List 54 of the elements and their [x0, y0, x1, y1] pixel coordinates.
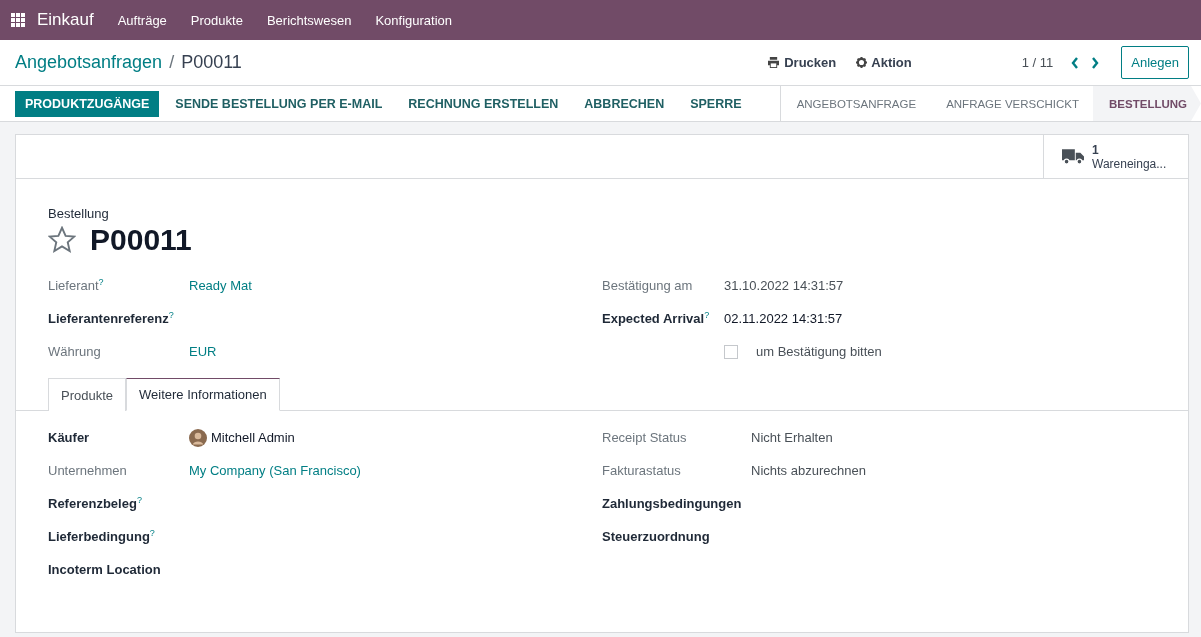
field-label: Unternehmen: [48, 463, 128, 478]
header-button[interactable]: RECHNUNG ERSTELLEN: [398, 90, 569, 117]
avatar-icon: [189, 428, 207, 447]
app-name[interactable]: Einkauf: [37, 10, 94, 30]
field-link[interactable]: Ready Mat: [189, 278, 602, 293]
previous-icon[interactable]: [1071, 56, 1080, 69]
apps-grid-icon[interactable]: [11, 13, 25, 27]
pager-value: 1 / 11: [1021, 55, 1054, 70]
header-button[interactable]: PRODUKTZUGÄNGE: [15, 90, 160, 117]
field-value: 31.10.2022 14:31:57: [724, 278, 845, 293]
truck-icon: [1062, 148, 1084, 165]
status-stage[interactable]: BESTELLUNG: [1093, 86, 1201, 121]
gear-icon: [856, 57, 868, 68]
field-label: Referenzbeleg$^{?}$: [48, 495, 143, 512]
header-button[interactable]: SENDE BESTELLUNG PER E-MAIL: [165, 90, 393, 117]
next-icon[interactable]: [1091, 56, 1100, 69]
record-name: P00011: [90, 223, 192, 257]
notebook-tab[interactable]: Weitere Informationen: [126, 378, 280, 411]
breadcrumb-current: P00011: [181, 52, 242, 73]
field-value: Nichts abzurechnen: [751, 463, 867, 478]
field-label: Receipt Status: [602, 430, 688, 445]
header-button[interactable]: ABBRECHEN: [574, 90, 675, 117]
field-label: Bestätigung am: [602, 278, 694, 293]
field-value: 02.11.2022 14:31:57: [724, 311, 844, 326]
field-label: Lieferbedingung$^{?}$: [48, 528, 156, 545]
checkbox-label: um Bestätigung bitten: [756, 344, 882, 359]
field-label: Käufer: [48, 430, 91, 445]
field-label: Lieferant$^{?}$: [48, 277, 105, 294]
field-label: Incoterm Location: [48, 562, 162, 577]
menu-item[interactable]: Aufträge: [117, 12, 167, 28]
user-name[interactable]: Mitchell Admin: [211, 430, 295, 445]
field-value: Nicht Erhalten: [751, 430, 834, 445]
breadcrumb-link[interactable]: Angebotsanfragen: [15, 52, 163, 73]
menu-item[interactable]: Konfiguration: [375, 12, 453, 28]
star-icon[interactable]: [48, 226, 76, 254]
breadcrumb-separator: /: [169, 52, 175, 73]
create-button[interactable]: Anlegen: [1121, 46, 1189, 79]
printer-icon: [767, 57, 781, 68]
field-label: Steuerzuordnung: [602, 529, 711, 544]
field-label: Währung: [48, 344, 102, 359]
field-label: Expected Arrival$^{?}$: [602, 310, 711, 327]
field-label: Fakturastatus: [602, 463, 682, 478]
menu-item[interactable]: Produkte: [190, 12, 243, 28]
header-button[interactable]: SPERRE: [680, 90, 752, 117]
record-type-label: Bestellung: [48, 206, 110, 221]
field-link[interactable]: My Company (San Francisco): [189, 463, 602, 478]
field-label: Zahlungsbedingungen: [602, 496, 743, 511]
checkbox[interactable]: [724, 344, 738, 359]
field-label: Lieferantenreferenz$^{?}$: [48, 310, 175, 327]
field-link[interactable]: EUR: [189, 344, 602, 359]
print-button[interactable]: Drucken: [757, 55, 847, 70]
action-button[interactable]: Aktion: [846, 55, 922, 70]
menu-item[interactable]: Berichtswesen: [266, 12, 352, 28]
notebook-tab[interactable]: Produkte: [48, 378, 127, 411]
